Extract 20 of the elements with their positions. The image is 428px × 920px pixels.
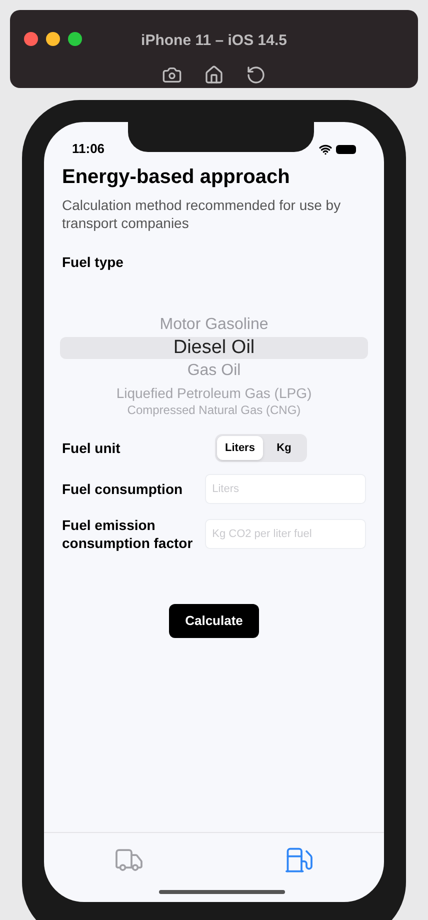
picker-selection[interactable]: Diesel Oil bbox=[60, 337, 368, 359]
status-time: 11:06 bbox=[72, 140, 105, 158]
page-subtitle: Calculation method recommended for use by transport companies bbox=[62, 196, 342, 232]
unit-segment[interactable]: Liters bbox=[217, 436, 263, 460]
fuel-type-label: Fuel type bbox=[62, 253, 124, 272]
field-label: Fuel consumption bbox=[62, 480, 184, 498]
calculate-button[interactable]: Calculate bbox=[169, 604, 259, 638]
battery-icon bbox=[336, 144, 356, 154]
field-label: Fuel emission consumption factor bbox=[62, 516, 194, 552]
maximize-button[interactable] bbox=[68, 32, 82, 46]
window-title: iPhone 11 – iOS 14.5 bbox=[141, 31, 287, 51]
page-title: Energy-based approach bbox=[62, 165, 291, 190]
close-button[interactable] bbox=[24, 32, 38, 46]
rotate-icon[interactable] bbox=[246, 64, 266, 84]
fuel-unit-label: Fuel unit bbox=[62, 438, 122, 458]
unit-segment[interactable]: Kg bbox=[262, 436, 305, 460]
minimize-button[interactable] bbox=[46, 32, 60, 46]
home-icon[interactable] bbox=[204, 64, 224, 84]
wifi-icon bbox=[319, 142, 332, 156]
screenshot-icon[interactable] bbox=[162, 64, 182, 84]
